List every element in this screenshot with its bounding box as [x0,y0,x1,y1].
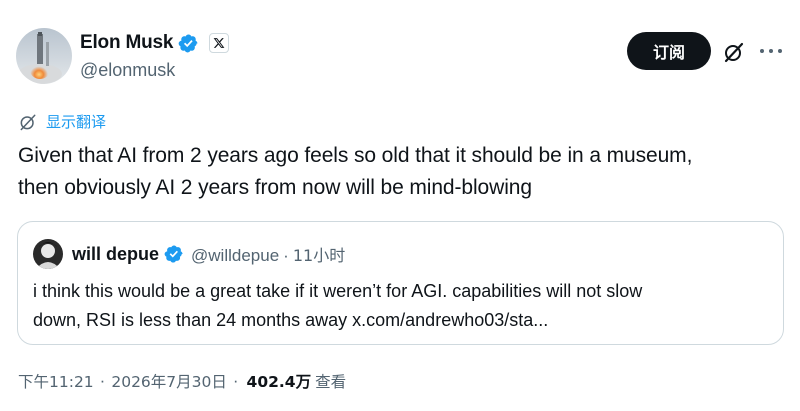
quoted-tweet-card[interactable]: will depue @willdepue · 11小时 i think this … [17,221,784,345]
quoted-meta: @willdepue · 11小时 [191,242,345,266]
grok-slash-icon[interactable] [722,40,746,64]
tweet-footer-meta: 下午11:21 · 2026年7月30日 · 402.4万 查看 [18,370,346,392]
meta-separator: · [232,371,239,390]
tweet-date[interactable]: 2026年7月30日 [111,370,227,392]
subscribe-button[interactable]: 订阅 [627,32,711,70]
quoted-author-handle: @willdepue [191,246,280,265]
quoted-tweet-text: i think this would be a great take if it… [33,277,773,335]
x-logo-icon [209,33,230,53]
quoted-tweet-time: 11小时 [292,246,346,265]
author-handle[interactable]: @elonmusk [80,60,175,81]
views-count: 402.4万 [246,373,312,391]
tweet-text: Given that AI from 2 years ago feels so … [18,140,798,204]
author-avatar[interactable] [16,28,72,84]
quoted-text-line: down, RSI is less than 24 months away x.… [33,310,549,330]
verified-badge-icon[interactable] [178,33,199,54]
quoted-text-line: i think this would be a great take if it… [33,281,643,301]
translate-globe-icon [18,112,38,132]
meta-separator: · [99,371,106,390]
tweet-text-line: Given that AI from 2 years ago feels so … [18,144,693,167]
views-label: 查看 [315,373,347,391]
author-name-row: Elon Musk [80,30,230,56]
show-translation-label: 显示翻译 [46,113,107,131]
tweet-text-line: then obviously AI 2 years from now will … [18,176,532,199]
meta-separator: · [283,246,289,265]
more-dots-icon[interactable] [760,46,782,56]
quoted-author-name[interactable]: will depue [72,244,159,265]
quoted-tweet-header: will depue @willdepue · 11小时 [72,242,345,266]
show-translation-link[interactable]: 显示翻译 [18,111,106,132]
tweet-time[interactable]: 下午11:21 [18,370,94,392]
verified-badge-icon [164,244,184,264]
author-name[interactable]: Elon Musk [80,32,173,54]
quoted-author-avatar [33,239,63,269]
